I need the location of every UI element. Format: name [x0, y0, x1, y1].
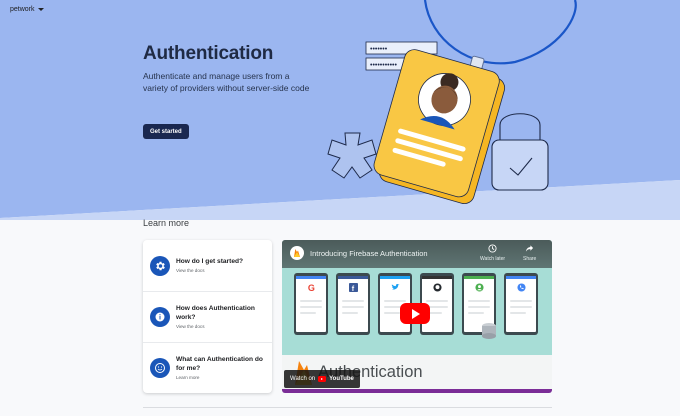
- share-button[interactable]: Share: [523, 244, 536, 262]
- phone-icon: [517, 283, 526, 292]
- faq-item-get-started[interactable]: How do I get started? View the docs: [143, 240, 272, 291]
- video-accent-bar: [282, 389, 552, 393]
- faq-question: How does Authentication work?: [176, 305, 255, 321]
- google-icon: G: [308, 283, 315, 292]
- clock-icon: [488, 244, 497, 253]
- intro-video[interactable]: Introducing Firebase Authentication Watc…: [282, 240, 552, 393]
- video-title[interactable]: Introducing Firebase Authentication: [310, 249, 428, 258]
- info-icon: [150, 307, 170, 327]
- faq-card: How do I get started? View the docs How …: [143, 240, 272, 393]
- faq-question: What can Authentication do for me?: [176, 356, 263, 372]
- github-icon: [433, 283, 442, 292]
- anonymous-user-icon: [475, 283, 484, 292]
- faq-link[interactable]: View the docs: [176, 324, 272, 329]
- share-label: Share: [523, 256, 537, 262]
- learn-more-heading: Learn more: [143, 218, 190, 228]
- database-icon: [482, 323, 496, 339]
- auth-illustration: ••••••• •••••••••••: [327, 0, 577, 205]
- watch-on-youtube-button[interactable]: Watch on YouTube: [284, 370, 360, 388]
- phone-google: G: [294, 273, 328, 335]
- faq-link[interactable]: Learn more: [176, 375, 272, 380]
- svg-text:•••••••••••: •••••••••••: [370, 62, 398, 69]
- lanyard-strap: [423, 0, 577, 65]
- asterisk-icon: [327, 132, 377, 179]
- faq-question: How do I get started?: [176, 257, 244, 265]
- id-badge: [373, 49, 506, 205]
- section-divider: [143, 407, 552, 408]
- share-icon: [526, 245, 534, 252]
- watch-on-label: Watch on: [290, 376, 316, 382]
- padlock-icon: [491, 113, 549, 191]
- play-icon: [412, 308, 420, 319]
- watch-later-button[interactable]: Watch later: [480, 244, 505, 262]
- smiley-icon: [150, 358, 170, 378]
- twitter-icon: [391, 284, 400, 290]
- hero-section: petwork Authentication Authenticate and …: [0, 0, 680, 220]
- firebase-logo-icon[interactable]: [290, 246, 304, 260]
- facebook-icon: f: [349, 283, 358, 292]
- faq-link[interactable]: View the docs: [176, 268, 243, 273]
- svg-text:•••••••: •••••••: [370, 46, 388, 53]
- phone-phone-auth: [504, 273, 538, 335]
- play-button[interactable]: [400, 303, 430, 324]
- watch-later-label: Watch later: [480, 256, 506, 262]
- youtube-icon: [318, 376, 327, 382]
- faq-item-how-it-works[interactable]: How does Authentication work? View the d…: [143, 291, 272, 342]
- svg-text:G: G: [308, 283, 315, 292]
- youtube-label: YouTube: [329, 376, 354, 382]
- gear-icon: [150, 255, 170, 276]
- faq-item-what-can-it-do[interactable]: What can Authentication do for me? Learn…: [143, 342, 272, 393]
- phone-facebook: f: [336, 273, 370, 335]
